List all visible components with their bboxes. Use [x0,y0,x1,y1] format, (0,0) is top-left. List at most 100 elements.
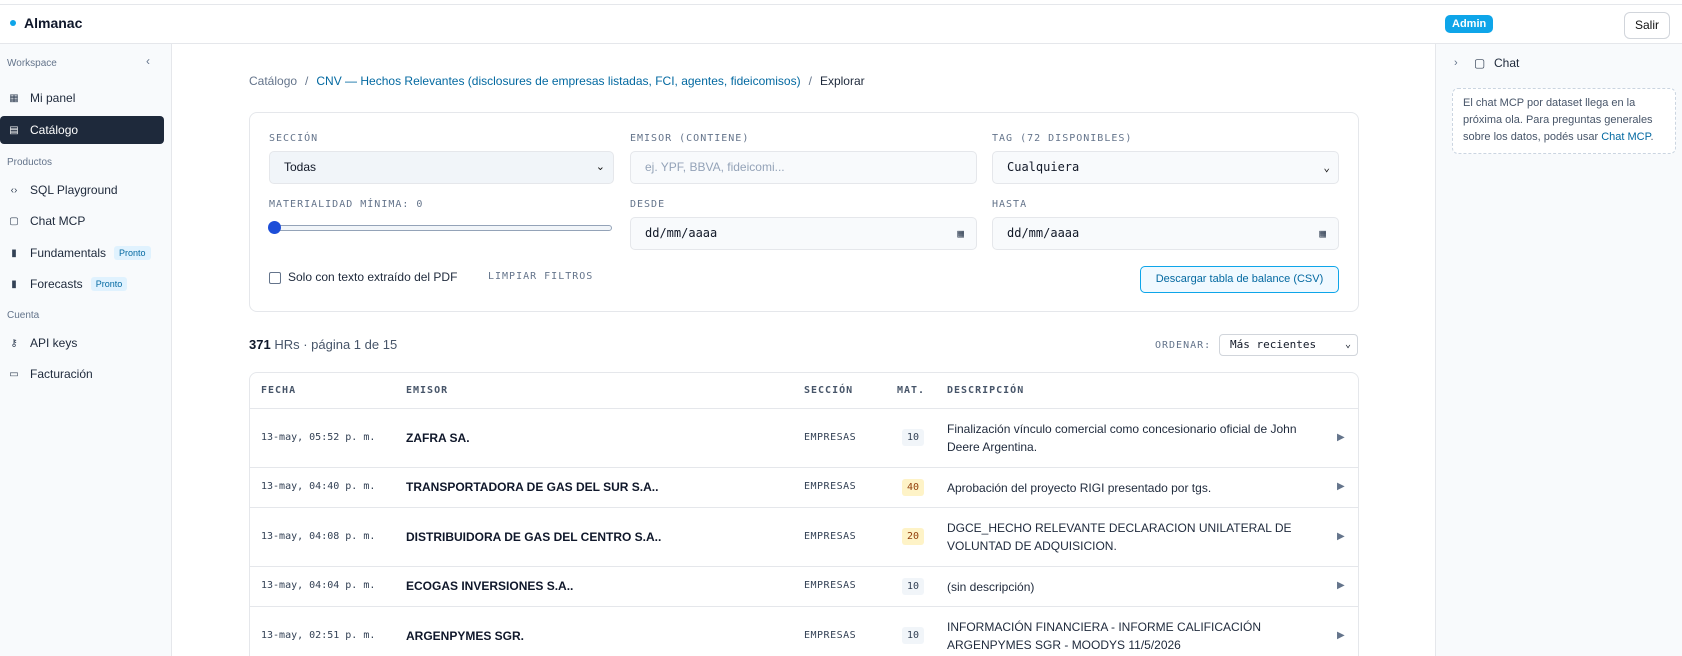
tag-value: Cualquiera [1007,160,1080,174]
sidebar-item-facturacion[interactable]: ▭ Facturación [0,360,164,388]
sidebar-item-chat-mcp[interactable]: ▢ Chat MCP [0,207,164,235]
chat-mcp-link[interactable]: Chat MCP [1601,131,1650,143]
emisor-input[interactable]: ej. YPF, BBVA, fideicomi... [630,151,977,184]
row-descripcion: DGCE_HECHO RELEVANTE DECLARACION UNILATE… [947,521,1292,553]
sidebar-item-fundamentals[interactable]: ▮ Fundamentals Pronto [0,239,164,267]
sidebar-item-label: SQL Playground [30,183,118,197]
chat-notice-end: . [1650,131,1654,143]
breadcrumb-separator: / [305,74,309,88]
row-fecha: 13-may, 02:51 p. m. [261,630,376,641]
row-descripcion: (sin descripción) [947,580,1035,594]
order-value: Más recientes [1230,338,1317,351]
download-csv-button[interactable]: Descargar tabla de balance (CSV) [1140,266,1339,293]
expand-row-icon[interactable]: ▶ [1337,481,1345,492]
chevron-down-icon: ⌄ [1344,339,1351,350]
table-row[interactable]: 13-may, 04:04 p. m. ECOGAS INVERSIONES S… [250,567,1358,607]
row-descripcion: Finalización vínculo comercial como conc… [947,422,1297,454]
header-fecha[interactable]: FECHA [261,385,296,396]
chevron-right-icon[interactable]: › [1454,57,1458,69]
bar-chart-icon: ▮ [11,247,17,259]
row-descripcion: INFORMACIÓN FINANCIERA - INFORME CALIFIC… [947,620,1262,652]
filters-panel: SECCIÓN Todas ⌄ EMISOR (CONTIENE) ej. YP… [249,112,1359,312]
materialidad-slider-track[interactable] [270,225,612,231]
row-emisor: TRANSPORTADORA DE GAS DEL SUR S.A.. [406,480,659,494]
code-icon: ‹› [10,184,18,196]
chevron-down-icon: ⌄ [1323,161,1330,174]
materialidad-slider-thumb[interactable] [268,221,281,234]
row-emisor: ECOGAS INVERSIONES S.A.. [406,579,574,593]
materialidad-label: MATERIALIDAD MÍNIMA: 0 [269,199,424,210]
sidebar-item-label: Fundamentals [30,246,107,260]
table-row[interactable]: 13-may, 04:08 p. m. DISTRIBUIDORA DE GAS… [250,508,1358,567]
expand-row-icon[interactable]: ▶ [1337,432,1345,443]
card-icon: ▭ [9,368,19,380]
tag-select[interactable]: Cualquiera ⌄ [992,151,1339,184]
header-descripcion[interactable]: DESCRIPCIÓN [947,385,1024,396]
brand[interactable]: Almanac [10,15,82,31]
row-seccion: EMPRESAS [804,531,857,542]
key-icon: ⚷ [10,337,18,349]
chat-icon: ▢ [1474,56,1486,70]
desde-label: DESDE [630,199,666,210]
table-row[interactable]: 13-may, 04:40 p. m. TRANSPORTADORA DE GA… [250,468,1358,508]
breadcrumb: Catálogo / CNV — Hechos Relevantes (disc… [249,74,865,88]
row-mat-badge: 20 [902,528,924,545]
breadcrumb-current: Explorar [819,74,865,88]
row-emisor: ARGENPYMES SGR. [406,629,525,643]
header-mat[interactable]: MAT. [897,385,925,396]
emisor-label: EMISOR (CONTIENE) [630,133,750,144]
table-row[interactable]: 13-may, 02:51 p. m. ARGENPYMES SGR. EMPR… [250,607,1358,656]
expand-row-icon[interactable]: ▶ [1337,630,1345,641]
sidebar-item-api-keys[interactable]: ⚷ API keys [0,329,164,357]
chevron-down-icon: ⌄ [595,161,605,173]
app-name: Almanac [24,15,83,31]
hasta-label: HASTA [992,199,1028,210]
calendar-icon[interactable]: ▦ [957,218,964,249]
breadcrumb-root[interactable]: Catálogo [249,74,297,88]
row-seccion: EMPRESAS [804,432,857,443]
admin-badge: Admin [1445,15,1494,33]
row-seccion: EMPRESAS [804,481,857,492]
sidebar-item-label: Facturación [30,367,93,381]
hasta-date-input[interactable]: dd/mm/aaaa ▦ [992,217,1339,250]
expand-row-icon[interactable]: ▶ [1337,580,1345,591]
row-mat-badge: 40 [902,479,924,496]
sidebar-item-forecasts[interactable]: ▮ Forecasts Pronto [0,270,164,298]
header-emisor[interactable]: EMISOR [406,385,448,396]
results-table: FECHA EMISOR SECCIÓN MAT. DESCRIPCIÓN 13… [249,372,1359,656]
expand-row-icon[interactable]: ▶ [1337,531,1345,542]
sidebar: Workspace ‹ ▦ Mi panel ▤ Catálogo Produc… [0,44,172,656]
sidebar-item-catalogo[interactable]: ▤ Catálogo [0,116,164,144]
seccion-select[interactable]: Todas ⌄ [269,151,614,184]
bar-chart-icon: ▮ [11,278,17,290]
clear-filters-button[interactable]: LIMPIAR FILTROS [488,271,593,282]
calendar-icon[interactable]: ▦ [1319,218,1326,249]
sidebar-item-mi-panel[interactable]: ▦ Mi panel [0,84,164,112]
breadcrumb-dataset[interactable]: CNV — Hechos Relevantes (disclosures de … [316,74,800,88]
solo-texto-label[interactable]: Solo con texto extraído del PDF [288,270,457,284]
row-fecha: 13-may, 04:40 p. m. [261,481,376,492]
solo-texto-checkbox[interactable] [269,272,281,284]
sidebar-section-productos: Productos [7,157,53,168]
desde-value: dd/mm/aaaa [645,226,718,240]
header-seccion[interactable]: SECCIÓN [804,385,853,396]
sidebar-item-sql-playground[interactable]: ‹› SQL Playground [0,176,164,204]
row-seccion: EMPRESAS [804,580,857,591]
row-fecha: 13-may, 05:52 p. m. [261,432,376,443]
brand-dot-icon [10,20,16,26]
sidebar-section-workspace: Workspace [7,58,57,69]
table-header: FECHA EMISOR SECCIÓN MAT. DESCRIPCIÓN [250,373,1358,409]
sidebar-item-label: Catálogo [30,123,79,137]
table-row[interactable]: 13-may, 05:52 p. m. ZAFRA SA. EMPRESAS 1… [250,409,1358,468]
result-count-number: 371 [249,337,271,352]
chevron-left-icon[interactable]: ‹ [146,54,150,68]
chat-panel-title: Chat [1494,56,1520,70]
row-emisor: DISTRIBUIDORA DE GAS DEL CENTRO S.A.. [406,530,662,544]
top-bar: Almanac Admin Salir [0,4,1682,44]
order-select[interactable]: Más recientes ⌄ [1219,334,1358,356]
catalog-icon: ▤ [9,124,19,136]
desde-date-input[interactable]: dd/mm/aaaa ▦ [630,217,977,250]
seccion-value: Todas [284,160,317,174]
row-fecha: 13-may, 04:08 p. m. [261,531,376,542]
logout-button[interactable]: Salir [1624,12,1670,39]
